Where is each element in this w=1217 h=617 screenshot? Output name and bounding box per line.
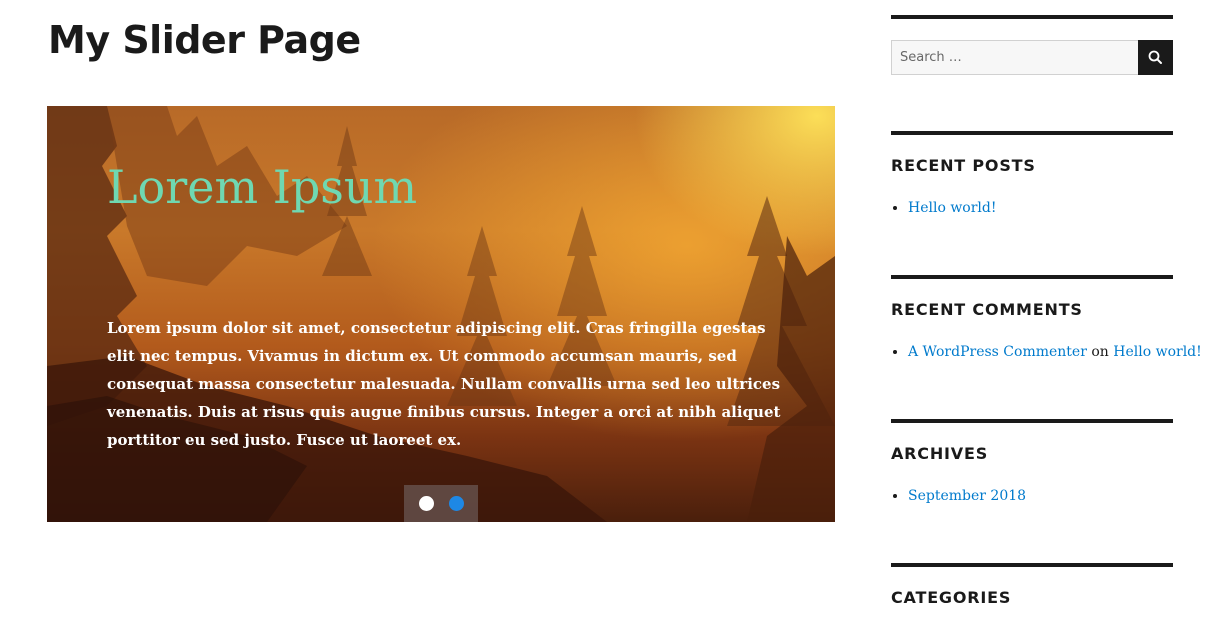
- list-item: A WordPress Commenter on Hello world!: [908, 342, 1202, 362]
- archives-list: September 2018: [891, 486, 1026, 506]
- page-title: My Slider Page: [48, 18, 361, 62]
- slide-text: Lorem ipsum dolor sit amet, consectetur …: [107, 319, 781, 449]
- slide-dot-2-active[interactable]: [449, 496, 464, 511]
- recent-posts-title: RECENT POSTS: [891, 156, 1036, 175]
- recent-comments-title: RECENT COMMENTS: [891, 300, 1083, 319]
- search-icon: [1148, 50, 1162, 64]
- page: My Slider Page Lorem Ipsum Lorem ipsum d…: [0, 0, 1217, 617]
- widget-divider: [891, 563, 1173, 567]
- slide-dot-1[interactable]: [419, 496, 434, 511]
- search-input[interactable]: [891, 40, 1138, 75]
- archive-link[interactable]: September 2018: [908, 488, 1026, 504]
- widget-divider: [891, 131, 1173, 135]
- comment-connector: on: [1091, 344, 1109, 360]
- comment-author-link[interactable]: A WordPress Commenter: [908, 344, 1087, 360]
- widget-divider: [891, 275, 1173, 279]
- recent-posts-list: Hello world!: [891, 198, 997, 218]
- comment-post-link[interactable]: Hello world!: [1113, 344, 1202, 360]
- slide-heading: Lorem Ipsum: [107, 160, 418, 214]
- archives-title: ARCHIVES: [891, 444, 989, 463]
- list-item: September 2018: [908, 486, 1026, 506]
- search-form: [891, 40, 1173, 75]
- widget-divider: [891, 419, 1173, 423]
- image-slider[interactable]: Lorem Ipsum Lorem ipsum dolor sit amet, …: [47, 106, 835, 522]
- list-item: Hello world!: [908, 198, 997, 218]
- slider-pagination: [404, 485, 478, 522]
- widget-divider: [891, 15, 1173, 19]
- recent-post-link[interactable]: Hello world!: [908, 200, 997, 216]
- search-button[interactable]: [1138, 40, 1173, 75]
- categories-title: CATEGORIES: [891, 588, 1012, 607]
- recent-comments-list: A WordPress Commenter on Hello world!: [891, 342, 1202, 362]
